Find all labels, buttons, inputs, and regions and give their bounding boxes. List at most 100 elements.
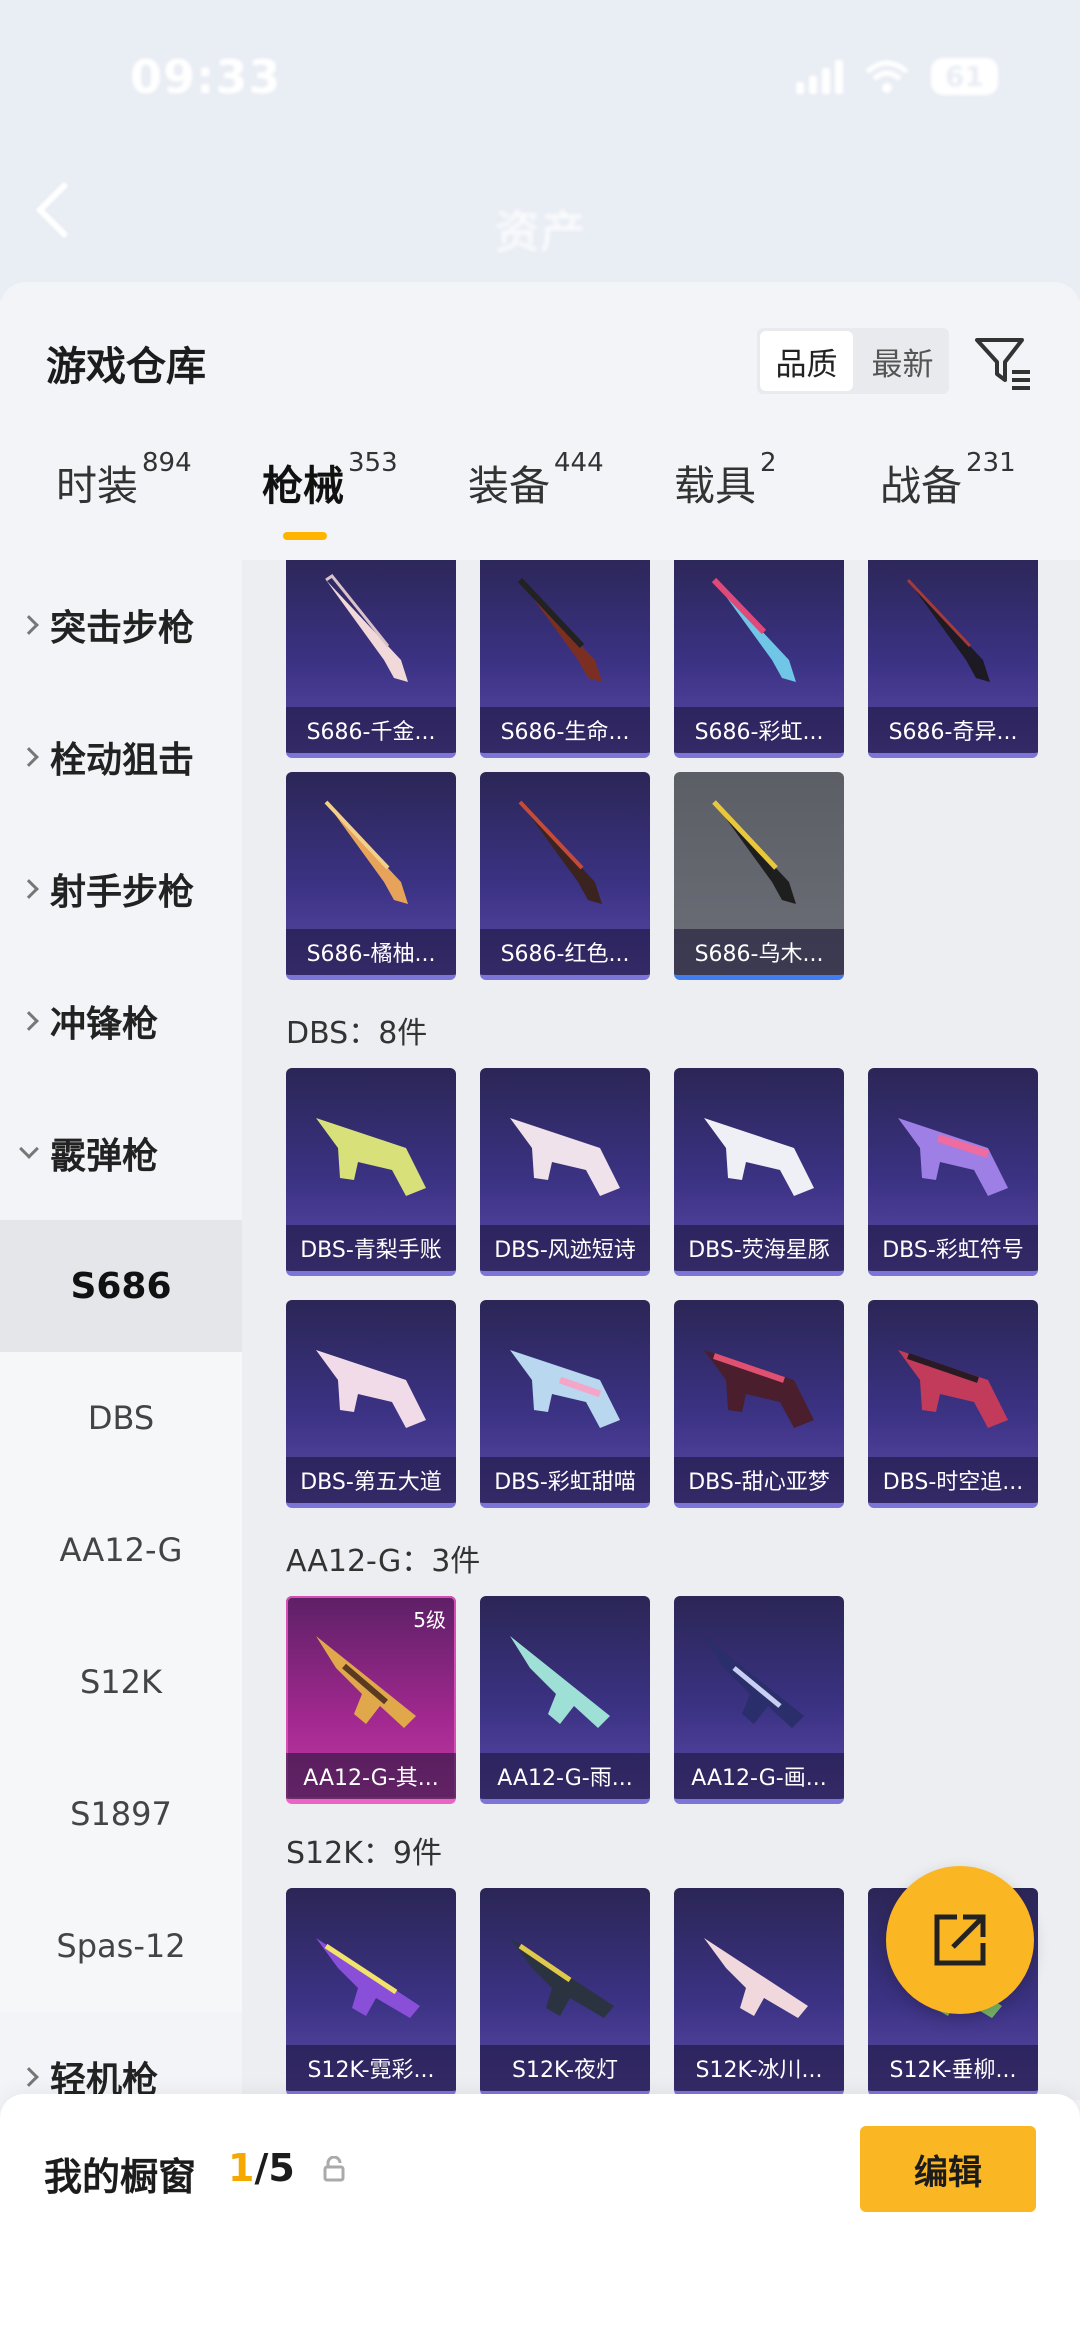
active-tab-indicator xyxy=(283,532,327,540)
chevron-right-icon xyxy=(19,879,39,899)
showcase-bar: 我的橱窗 1/5 编辑 xyxy=(0,2094,1080,2341)
showcase-count-current: 1 xyxy=(228,2146,255,2190)
nav-title: 资产 xyxy=(494,205,586,259)
weapon-skin-image xyxy=(316,1938,420,2018)
item-card[interactable]: AA12-G-雨... xyxy=(480,1596,650,1804)
item-card[interactable]: S686-奇异... xyxy=(868,560,1038,758)
item-card[interactable]: DBS-甜心亚梦 xyxy=(674,1300,844,1508)
sheet-title: 游戏仓库 xyxy=(46,344,206,390)
item-card[interactable]: S686-彩虹... xyxy=(674,560,844,758)
battery-indicator: 61 xyxy=(931,58,998,95)
item-card[interactable]: DBS-彩虹甜喵 xyxy=(480,1300,650,1508)
sidebar-subitem-spas12[interactable]: Spas-12 xyxy=(0,1880,242,2012)
item-card[interactable]: 5级 AA12-G-其... xyxy=(286,1596,456,1804)
tab-count: 2 xyxy=(760,448,777,478)
weapon-skin-image xyxy=(316,1118,426,1196)
item-card[interactable]: DBS-荧海星豚 xyxy=(674,1068,844,1276)
tier-badge: 5级 xyxy=(413,1608,446,1632)
sidebar-subitem-s1897[interactable]: S1897 xyxy=(0,1748,242,1880)
item-card[interactable]: S686-乌木... xyxy=(674,772,844,980)
share-button[interactable] xyxy=(886,1866,1034,2014)
weapon-skin-image xyxy=(898,1118,1008,1196)
sidebar-subitem-dbs[interactable]: DBS xyxy=(0,1352,242,1484)
weapon-skin-image xyxy=(704,1118,814,1196)
tab-count: 353 xyxy=(348,448,398,478)
item-card[interactable]: DBS-时空追... xyxy=(868,1300,1038,1508)
status-time: 09:33 xyxy=(130,50,282,104)
item-name: DBS-风迹短诗 xyxy=(480,1225,650,1271)
weapon-skin-image xyxy=(704,1636,804,1728)
item-name: S686-红色... xyxy=(480,929,650,975)
filter-icon[interactable] xyxy=(972,332,1034,394)
item-name: AA12-G-其... xyxy=(286,1753,456,1799)
item-name: DBS-甜心亚梦 xyxy=(674,1457,844,1503)
weapon-skin-image xyxy=(711,577,796,682)
item-name: S12K-垂柳... xyxy=(868,2045,1038,2091)
sidebar-item-smg[interactable]: 冲锋枪 xyxy=(0,956,242,1086)
tab-guns[interactable]: 枪械 353 xyxy=(262,448,398,512)
weapon-skin-image xyxy=(517,577,602,682)
item-card[interactable]: S686-红色... xyxy=(480,772,650,980)
item-name: AA12-G-雨... xyxy=(480,1753,650,1799)
item-name: DBS-青梨手账 xyxy=(286,1225,456,1271)
tab-fashion[interactable]: 时装 894 xyxy=(56,448,192,512)
tab-count: 894 xyxy=(142,448,192,478)
sidebar-subitem-s12k[interactable]: S12K xyxy=(0,1616,242,1748)
group-label-aa12g: AA12-G：3件 xyxy=(286,1544,481,1579)
item-card[interactable]: S12K-冰川... xyxy=(674,1888,844,2096)
weapon-skin-image xyxy=(324,800,408,904)
tab-vehicles[interactable]: 载具 2 xyxy=(674,448,777,512)
item-name: S686-奇异... xyxy=(868,707,1038,753)
edit-button[interactable]: 编辑 xyxy=(860,2126,1036,2212)
status-icons: 61 xyxy=(796,58,998,95)
item-card[interactable]: S686-生命... xyxy=(480,560,650,758)
sidebar-item-label: 霰弹枪 xyxy=(50,1136,159,1177)
weapon-skin-image xyxy=(704,1938,808,2018)
item-name: S12K-夜灯 xyxy=(480,2045,650,2091)
item-name: DBS-彩虹甜喵 xyxy=(480,1457,650,1503)
weapon-skin-image xyxy=(906,578,990,682)
weapon-skin-image xyxy=(898,1350,1008,1428)
item-name: DBS-彩虹符号 xyxy=(868,1225,1038,1271)
tab-label: 装备 xyxy=(468,462,550,510)
item-card[interactable]: S686-千金... xyxy=(286,560,456,758)
item-name: DBS-时空追... xyxy=(868,1457,1038,1503)
share-icon xyxy=(934,1914,986,1966)
showcase-count: 1/5 xyxy=(228,2146,295,2190)
item-card[interactable]: DBS-彩虹符号 xyxy=(868,1068,1038,1276)
item-name: DBS-荧海星豚 xyxy=(674,1225,844,1271)
item-card[interactable]: S12K-霓彩... xyxy=(286,1888,456,2096)
tab-supplies[interactable]: 战备 231 xyxy=(880,448,1016,512)
item-card[interactable]: AA12-G-画... xyxy=(674,1596,844,1804)
group-label-dbs: DBS：8件 xyxy=(286,1016,428,1051)
sidebar-item-label: 突击步枪 xyxy=(50,608,195,649)
category-tabs: 时装 894 枪械 353 装备 444 载具 2 战备 231 xyxy=(0,448,1080,552)
weapon-skin-image xyxy=(704,1350,814,1428)
tab-equipment[interactable]: 装备 444 xyxy=(468,448,604,512)
tab-count: 231 xyxy=(966,448,1016,478)
chevron-right-icon xyxy=(19,615,39,635)
item-name: S686-生命... xyxy=(480,707,650,753)
sidebar-item-marksman-rifle[interactable]: 射手步枪 xyxy=(0,824,242,954)
sort-quality-option[interactable]: 品质 xyxy=(760,331,853,391)
showcase-count-total: /5 xyxy=(254,2146,295,2190)
sidebar-item-label: 冲锋枪 xyxy=(50,1004,159,1045)
sort-latest-option[interactable]: 最新 xyxy=(856,328,949,394)
item-card[interactable]: S686-橘柚... xyxy=(286,772,456,980)
sidebar-item-bolt-sniper[interactable]: 栓动狙击 xyxy=(0,692,242,822)
item-card[interactable]: DBS-第五大道 xyxy=(286,1300,456,1508)
weapon-skin-image xyxy=(325,573,408,682)
sidebar-subitem-aa12g[interactable]: AA12-G xyxy=(0,1484,242,1616)
sidebar-subitem-s686[interactable]: S686 xyxy=(0,1220,242,1352)
sidebar-item-shotgun[interactable]: 霰弹枪 xyxy=(0,1088,242,1218)
item-card[interactable]: DBS-风迹短诗 xyxy=(480,1068,650,1276)
warehouse-sheet: 游戏仓库 品质 最新 时装 894 枪械 353 装备 444 载具 2 战备 231 突 xyxy=(0,282,1080,2341)
signal-icon xyxy=(796,59,844,94)
chevron-right-icon xyxy=(19,747,39,767)
item-card[interactable]: DBS-青梨手账 xyxy=(286,1068,456,1276)
item-card[interactable]: S12K-夜灯 xyxy=(480,1888,650,2096)
chevron-right-icon xyxy=(19,2067,39,2087)
sidebar-item-assault-rifle[interactable]: 突击步枪 xyxy=(0,560,242,690)
item-name: S686-千金... xyxy=(286,707,456,753)
chevron-right-icon xyxy=(19,1011,39,1031)
